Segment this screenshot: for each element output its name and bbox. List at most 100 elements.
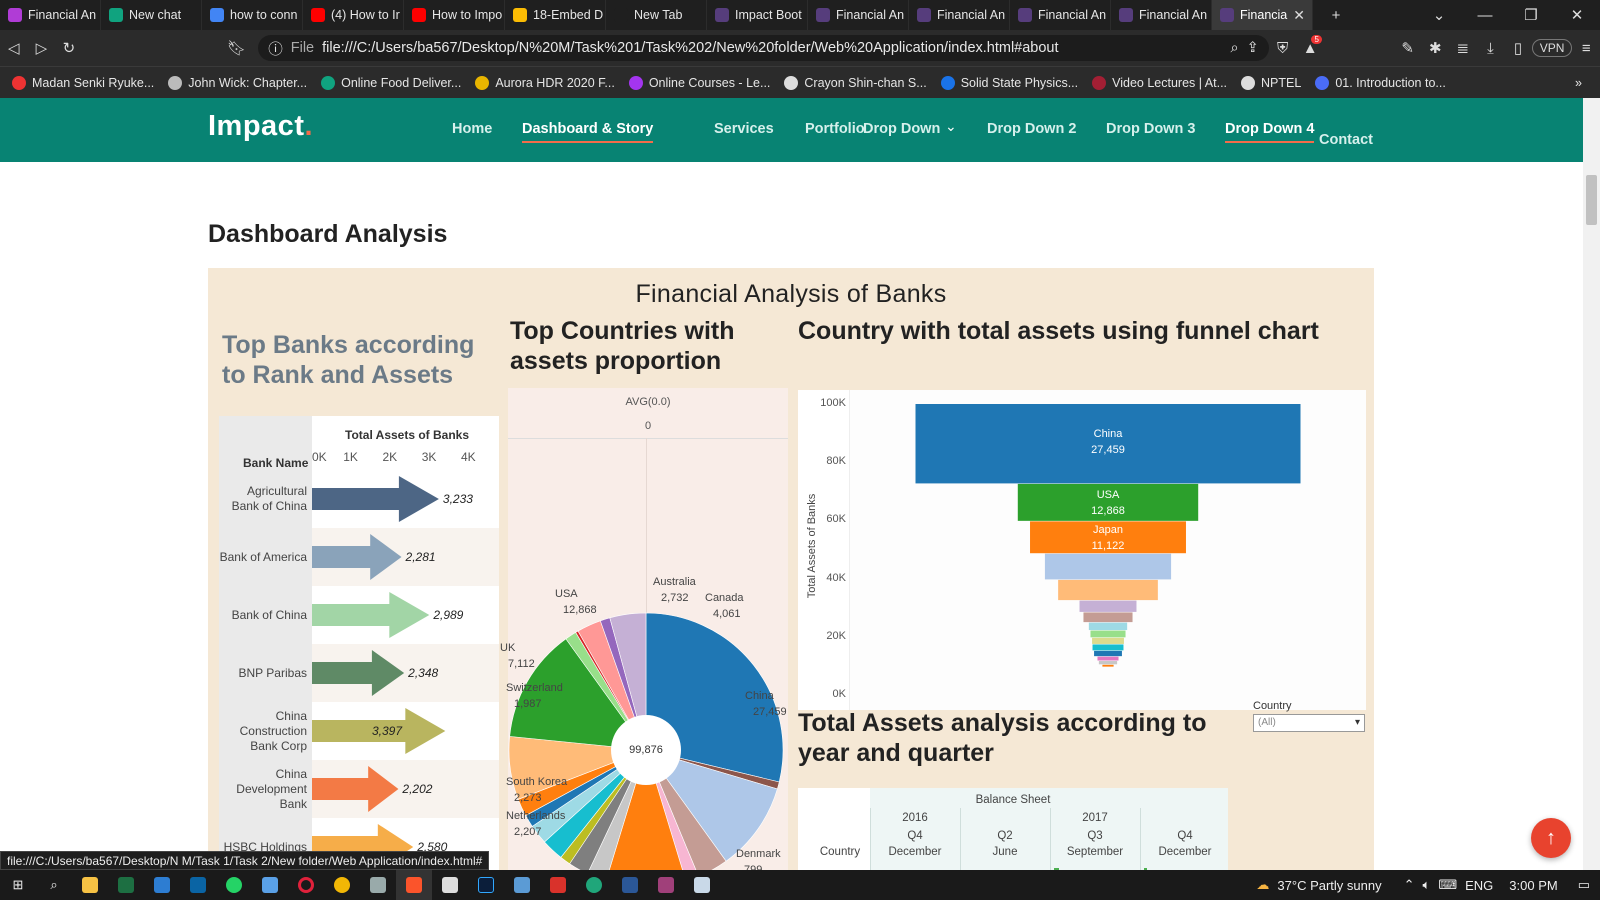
start-icon[interactable]: ⊞ — [0, 870, 36, 900]
bookmark-icon[interactable]: 🔖︎ — [223, 39, 251, 57]
vpn-button[interactable]: VPN — [1531, 39, 1573, 57]
extensions-icon[interactable]: ✱ — [1421, 39, 1449, 57]
browser-tab[interactable]: (4) How to Ir — [303, 0, 404, 30]
brave-shield-icon[interactable]: ⛨ — [1269, 40, 1297, 57]
bookmark-item[interactable]: Video Lectures | At... — [1092, 75, 1227, 90]
bookmark-item[interactable]: Crayon Shin-chan S... — [784, 75, 927, 90]
browser-tab[interactable]: Financial An — [909, 0, 1010, 30]
browser-tab[interactable]: New Tab — [606, 0, 707, 30]
reload-icon[interactable]: ↻ — [55, 39, 83, 57]
country-select[interactable]: (All) ▾ — [1253, 714, 1365, 732]
sidebar-icon[interactable]: ▯ — [1504, 39, 1532, 57]
bar-arrow[interactable] — [312, 766, 399, 812]
site-logo[interactable]: Impact. — [208, 110, 313, 143]
funnel-segment[interactable] — [1088, 622, 1128, 631]
nav-link[interactable]: Drop Down 2 — [987, 121, 1076, 137]
brave-rewards-icon[interactable]: ▲ 5 — [1296, 34, 1324, 57]
zoom-icon[interactable]: ⌕ — [1231, 40, 1239, 56]
word-icon[interactable] — [612, 870, 648, 900]
funnel-segment[interactable] — [1097, 656, 1119, 661]
scroll-top-button[interactable]: ↑ — [1531, 818, 1571, 858]
keyboard-icon[interactable]: ⌨ — [1438, 877, 1457, 893]
acrobat-icon[interactable] — [540, 870, 576, 900]
nav-link[interactable]: Services — [714, 121, 774, 137]
playlist-icon[interactable]: ≣ — [1449, 39, 1477, 57]
funnel-segment[interactable] — [1083, 612, 1133, 623]
address-bar[interactable]: ⓘ File file:///C:/Users/ba567/Desktop/N%… — [258, 35, 1269, 61]
bookmark-item[interactable]: Madan Senki Ryuke... — [12, 75, 154, 90]
funnel-segment[interactable] — [1092, 637, 1124, 644]
info-icon[interactable]: ⓘ — [268, 38, 283, 59]
language-indicator[interactable]: ENG — [1465, 878, 1493, 893]
menu-icon[interactable]: ≡ — [1572, 40, 1600, 57]
browser-tab[interactable]: Impact Boot — [707, 0, 808, 30]
unity-icon[interactable] — [432, 870, 468, 900]
funnel-segment[interactable] — [1094, 650, 1122, 657]
speaker-icon[interactable]: 🔈︎ — [1423, 877, 1431, 893]
more-bookmarks-icon[interactable]: » — [1575, 76, 1582, 90]
close-window-icon[interactable]: ✕ — [1554, 0, 1600, 30]
tableau-dashboard[interactable]: Financial Analysis of Banks Top Banks ac… — [208, 268, 1374, 870]
scrollbar-thumb[interactable] — [1586, 175, 1597, 225]
browser-tab[interactable]: Financial An — [0, 0, 101, 30]
nav-link[interactable]: Portfolio — [805, 121, 865, 137]
funnel-segment[interactable] — [1090, 630, 1126, 638]
bookmark-item[interactable]: John Wick: Chapter... — [168, 75, 307, 90]
excel-icon[interactable] — [108, 870, 144, 900]
app-icon[interactable] — [360, 870, 396, 900]
funnel-segment[interactable] — [1058, 579, 1158, 601]
funnel-chart[interactable]: Total Assets of Banks 0K 20K 40K 60K 80K 100K… — [798, 390, 1366, 710]
bookmark-item[interactable]: Online Food Deliver... — [321, 75, 461, 90]
bar-arrow[interactable] — [312, 650, 405, 696]
bookmark-item[interactable]: NPTEL — [1241, 75, 1301, 90]
browser-tab[interactable]: Financial An — [1111, 0, 1212, 30]
store-icon[interactable] — [144, 870, 180, 900]
network-icon[interactable] — [252, 870, 288, 900]
browser-tab[interactable]: How to Impo — [404, 0, 505, 30]
top-banks-bar-chart[interactable]: Bank Name Total Assets of Banks 0K 1K 2K 3K… — [219, 416, 499, 870]
notifications-icon[interactable]: ▭ — [1578, 877, 1590, 893]
restore-icon[interactable]: ❐ — [1508, 0, 1554, 30]
share-icon[interactable]: ⇪ — [1247, 40, 1259, 56]
chrome-icon[interactable] — [324, 870, 360, 900]
funnel-segment[interactable] — [1092, 644, 1124, 651]
bookmark-item[interactable]: Aurora HDR 2020 F... — [475, 75, 615, 90]
nav-link[interactable]: Drop Down 3 — [1106, 121, 1195, 137]
winrar-icon[interactable] — [648, 870, 684, 900]
bookmark-item[interactable]: Solid State Physics... — [940, 75, 1078, 90]
calculator-icon[interactable] — [684, 870, 720, 900]
search-icon[interactable]: ⌕ — [36, 870, 72, 900]
url-text[interactable]: file:///C:/Users/ba567/Desktop/N%20M/Tas… — [322, 40, 1222, 56]
nav-link[interactable]: Dashboard & Story — [522, 121, 654, 143]
browser-tab[interactable]: how to conn — [202, 0, 303, 30]
tray-chevron-icon[interactable]: ⌃ — [1404, 877, 1415, 893]
browser-tab[interactable]: New chat — [101, 0, 202, 30]
funnel-segment[interactable] — [1079, 600, 1137, 612]
bookmark-item[interactable]: Online Courses - Le... — [628, 75, 770, 90]
download-icon[interactable]: ⤓ — [1477, 40, 1505, 57]
nav-link[interactable]: Home — [452, 121, 492, 137]
brave-icon[interactable] — [396, 870, 432, 900]
funnel-segment[interactable] — [1098, 661, 1118, 665]
photoshop-icon[interactable] — [468, 870, 504, 900]
opera-icon[interactable] — [288, 870, 324, 900]
tab-search-icon[interactable]: ⌄ — [1416, 0, 1462, 30]
forward-icon[interactable]: ▷ — [28, 39, 56, 57]
funnel-segment[interactable] — [1044, 553, 1172, 580]
close-tab-icon[interactable]: ✕ — [1293, 7, 1305, 24]
nav-link[interactable]: Drop Down 4 — [1225, 121, 1315, 143]
whatsapp-icon[interactable] — [216, 870, 252, 900]
bar-arrow[interactable] — [312, 476, 439, 522]
minimize-icon[interactable]: — — [1462, 0, 1508, 30]
browser-tab[interactable]: Financia ✕ — [1212, 0, 1313, 30]
nav-link[interactable]: Drop Down — [863, 121, 940, 137]
file-explorer-icon[interactable] — [72, 870, 108, 900]
bookmark-item[interactable]: 01. Introduction to... — [1315, 75, 1446, 90]
bar-arrow[interactable] — [312, 592, 430, 638]
new-tab-icon[interactable]: + — [1313, 0, 1359, 30]
settings-app-icon[interactable] — [504, 870, 540, 900]
clock[interactable]: 3:00 PM — [1509, 878, 1557, 893]
pen-icon[interactable]: ✎ — [1394, 39, 1422, 57]
browser-tab[interactable]: 18-Embed D — [505, 0, 606, 30]
nav-link[interactable]: Contact — [1319, 132, 1373, 148]
